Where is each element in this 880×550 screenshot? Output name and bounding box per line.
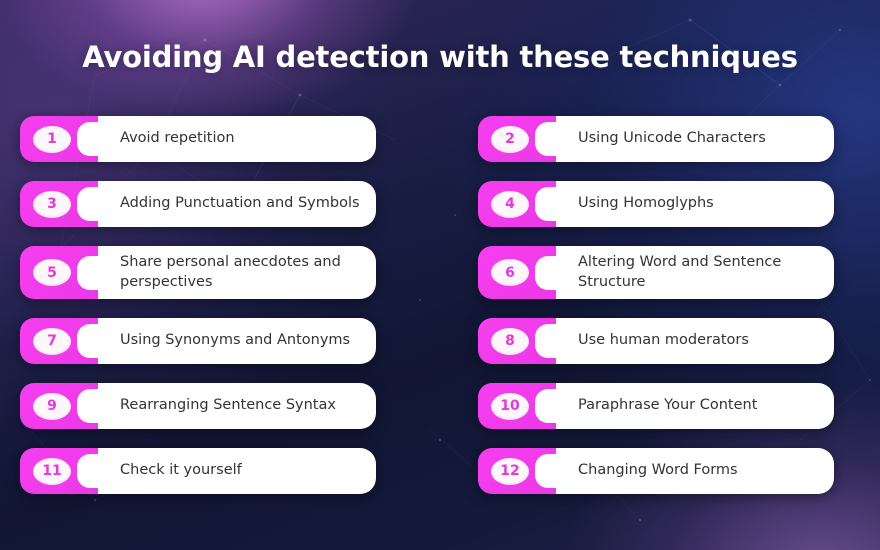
list-item[interactable]: 5 Share personal anecdotes and perspecti… <box>20 246 376 300</box>
item-label-card: Paraphrase Your Content <box>556 383 834 430</box>
item-number-badge: 9 <box>33 392 71 420</box>
item-label: Use human moderators <box>578 332 749 349</box>
techniques-column-left: 1 Avoid repetition 3 Adding Punctuation … <box>20 116 376 495</box>
list-item[interactable]: 11 Check it yourself <box>20 448 376 495</box>
list-item[interactable]: 10 Paraphrase Your Content <box>478 383 834 430</box>
item-label: Rearranging Sentence Syntax <box>120 397 336 414</box>
item-number-plate: 7 <box>20 318 98 365</box>
item-number-plate: 12 <box>478 448 556 495</box>
item-label-card: Using Synonyms and Antonyms <box>98 318 376 365</box>
item-number-badge: 3 <box>33 190 71 218</box>
list-item[interactable]: 1 Avoid repetition <box>20 116 376 162</box>
techniques-list: 1 Avoid repetition 3 Adding Punctuation … <box>20 116 860 495</box>
list-item[interactable]: 8 Use human moderators <box>478 318 834 365</box>
techniques-column-right: 2 Using Unicode Characters 4 Using Homog… <box>478 116 834 495</box>
item-number-plate: 11 <box>20 448 98 495</box>
list-item[interactable]: 3 Adding Punctuation and Symbols <box>20 181 376 227</box>
list-item[interactable]: 9 Rearranging Sentence Syntax <box>20 383 376 430</box>
item-number-plate: 10 <box>478 383 556 430</box>
page-title: Avoiding AI detection with these techniq… <box>82 40 798 74</box>
item-label: Share personal anecdotes and perspective… <box>120 254 341 290</box>
item-label: Using Unicode Characters <box>578 130 766 147</box>
item-label: Using Homoglyphs <box>578 195 714 212</box>
infographic-canvas: Avoiding AI detection with these techniq… <box>0 0 880 550</box>
item-label-card: Changing Word Forms <box>556 448 834 495</box>
item-number-badge: 7 <box>33 327 71 355</box>
item-number-badge: 10 <box>491 392 529 420</box>
item-number-badge: 1 <box>33 125 71 153</box>
item-number-badge: 11 <box>33 457 71 485</box>
item-number-plate: 2 <box>478 116 556 162</box>
item-number-badge: 4 <box>491 190 529 218</box>
item-label-card: Rearranging Sentence Syntax <box>98 383 376 430</box>
item-label-card: Altering Word and Sentence Structure <box>556 246 834 300</box>
item-label-card: Check it yourself <box>98 448 376 495</box>
item-number-plate: 8 <box>478 318 556 365</box>
item-label-card: Use human moderators <box>556 318 834 365</box>
item-label-card: Avoid repetition <box>98 116 376 162</box>
item-number-badge: 6 <box>491 259 529 287</box>
item-number-plate: 5 <box>20 246 98 300</box>
item-label: Paraphrase Your Content <box>578 397 758 414</box>
list-item[interactable]: 6 Altering Word and Sentence Structure <box>478 246 834 300</box>
item-label: Using Synonyms and Antonyms <box>120 332 351 349</box>
item-label-card: Share personal anecdotes and perspective… <box>98 246 376 300</box>
item-label: Check it yourself <box>120 462 242 479</box>
item-number-badge: 8 <box>491 327 529 355</box>
list-item[interactable]: 4 Using Homoglyphs <box>478 181 834 227</box>
item-number-badge: 2 <box>491 125 529 153</box>
item-number-plate: 3 <box>20 181 98 227</box>
item-number-plate: 4 <box>478 181 556 227</box>
item-label: Adding Punctuation and Symbols <box>120 195 360 212</box>
list-item[interactable]: 7 Using Synonyms and Antonyms <box>20 318 376 365</box>
item-label: Changing Word Forms <box>578 462 738 479</box>
item-label-card: Using Unicode Characters <box>556 116 834 162</box>
item-label: Avoid repetition <box>120 130 235 147</box>
item-number-plate: 9 <box>20 383 98 430</box>
item-number-plate: 1 <box>20 116 98 162</box>
item-label-card: Using Homoglyphs <box>556 181 834 227</box>
item-label-card: Adding Punctuation and Symbols <box>98 181 376 227</box>
list-item[interactable]: 12 Changing Word Forms <box>478 448 834 495</box>
item-label: Altering Word and Sentence Structure <box>578 254 782 290</box>
item-number-badge: 5 <box>33 259 71 287</box>
item-number-plate: 6 <box>478 246 556 300</box>
list-item[interactable]: 2 Using Unicode Characters <box>478 116 834 162</box>
item-number-badge: 12 <box>491 457 529 485</box>
